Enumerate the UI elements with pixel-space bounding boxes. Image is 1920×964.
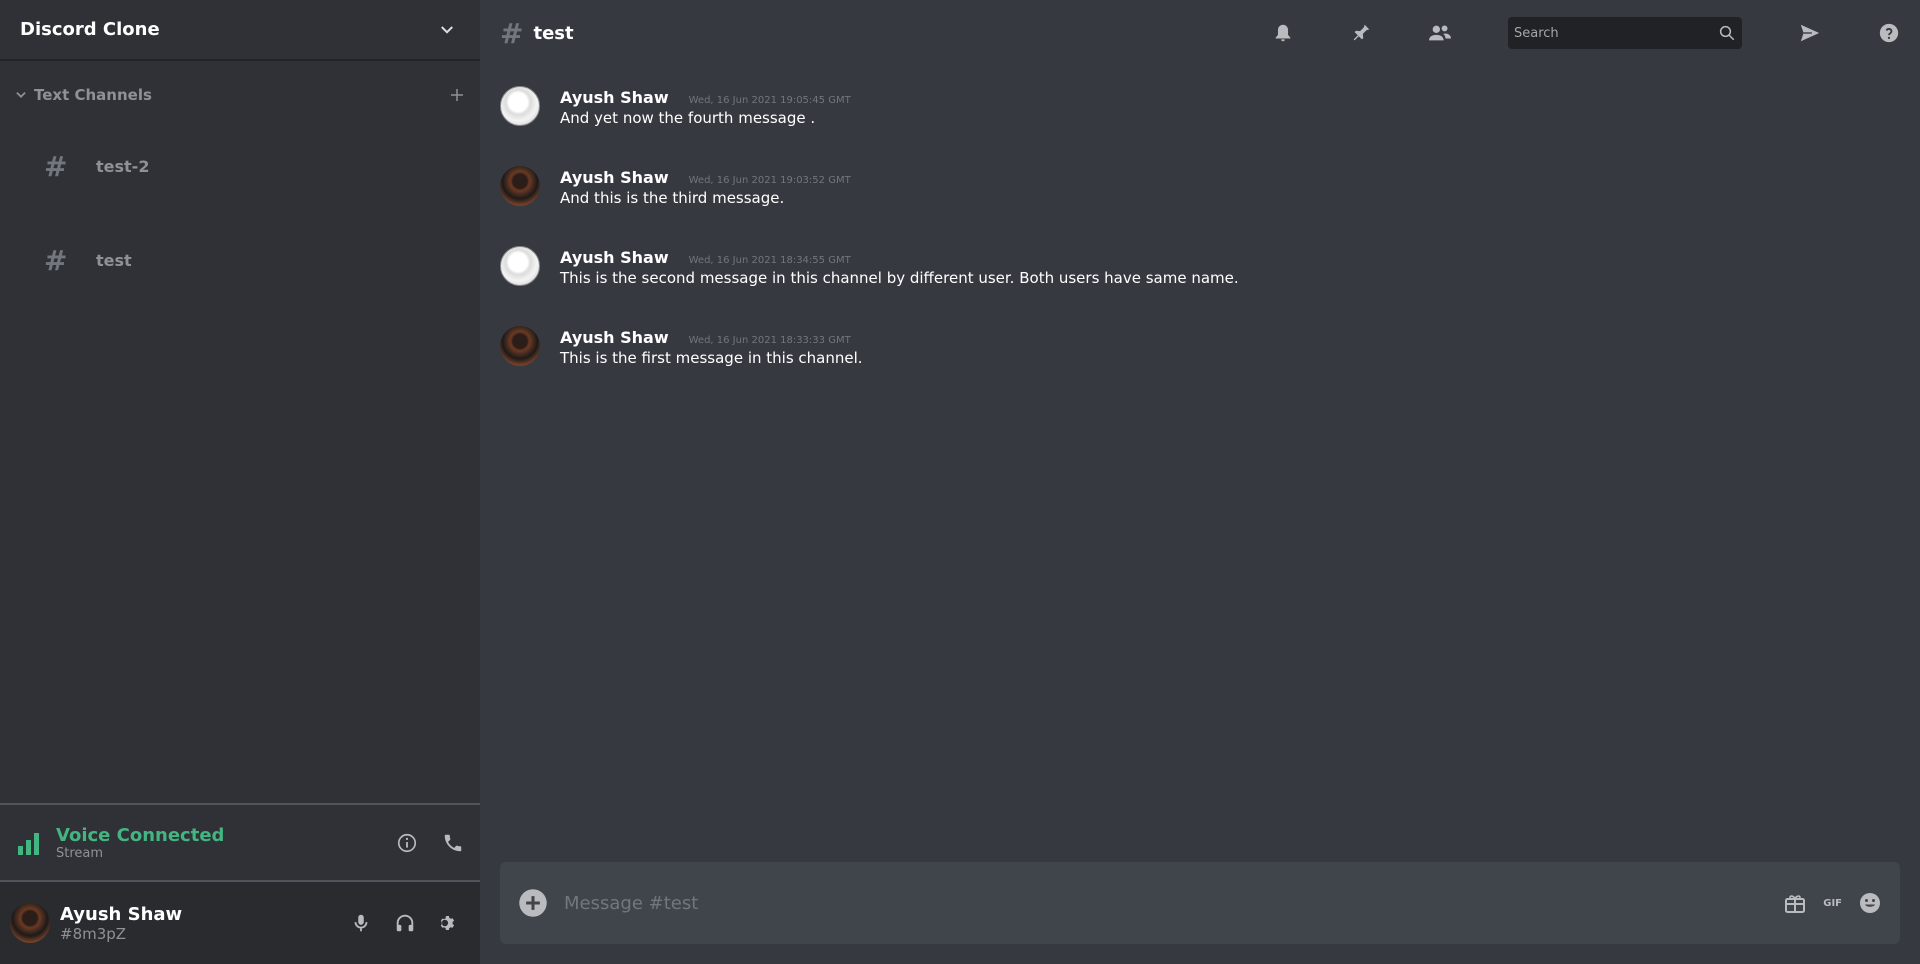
pin-icon[interactable] — [1350, 22, 1372, 44]
channel-header: # test — [480, 0, 1920, 66]
microphone-icon[interactable] — [350, 912, 372, 934]
message: Ayush Shaw Wed, 16 Jun 2021 19:05:45 GMT… — [500, 86, 1900, 166]
message-timestamp: Wed, 16 Jun 2021 19:03:52 GMT — [688, 175, 851, 186]
message-author[interactable]: Ayush Shaw — [560, 168, 669, 187]
search-box[interactable] — [1508, 17, 1742, 49]
chevron-down-icon[interactable] — [14, 88, 28, 102]
message-author[interactable]: Ayush Shaw — [560, 88, 669, 107]
sidebar: Discord Clone Text Channels # test-2 # t… — [0, 0, 480, 964]
message: Ayush Shaw Wed, 16 Jun 2021 18:34:55 GMT… — [500, 246, 1900, 326]
search-icon[interactable] — [1718, 24, 1736, 42]
send-icon[interactable] — [1798, 22, 1822, 44]
avatar[interactable] — [500, 86, 540, 126]
channels-category[interactable]: Text Channels — [0, 71, 480, 119]
hash-icon: # — [500, 16, 524, 50]
main-area: # test Search Ayush Shaw Wed, 16 Jun 202… — [480, 0, 1920, 964]
emoji-icon[interactable] — [1858, 891, 1882, 915]
user-name: Ayush Shaw — [60, 903, 183, 925]
sidebar-item-test[interactable]: # test — [0, 213, 480, 307]
avatar[interactable] — [500, 326, 540, 366]
voice-panel: Voice Connected Stream — [0, 803, 480, 882]
server-name: Discord Clone — [20, 19, 160, 40]
channel-name: test-2 — [96, 156, 150, 176]
bell-icon[interactable] — [1272, 22, 1294, 44]
message-author[interactable]: Ayush Shaw — [560, 248, 669, 267]
user-panel: Ayush Shaw #8m3pZ — [0, 882, 480, 964]
voice-status[interactable]: Voice Connected — [56, 825, 224, 846]
gear-icon[interactable] — [438, 912, 460, 934]
voice-channel: Stream — [56, 845, 104, 861]
hash-icon: # — [44, 243, 68, 277]
avatar[interactable] — [10, 903, 50, 943]
message-text: This is the first message in this channe… — [560, 349, 863, 367]
message-author[interactable]: Ayush Shaw — [560, 328, 669, 347]
message-input[interactable] — [564, 892, 1784, 914]
search-input[interactable] — [1514, 25, 1718, 41]
message-text: This is the second message in this chann… — [560, 269, 1239, 287]
message: Ayush Shaw Wed, 16 Jun 2021 18:33:33 GMT… — [500, 326, 1900, 406]
gif-icon[interactable]: GIF — [1821, 897, 1844, 910]
message-list: Ayush Shaw Wed, 16 Jun 2021 19:05:45 GMT… — [480, 66, 1920, 406]
avatar[interactable] — [500, 246, 540, 286]
signal-icon — [16, 830, 42, 856]
add-attachment-icon[interactable] — [518, 888, 548, 918]
members-icon[interactable] — [1428, 22, 1452, 44]
phone-icon[interactable] — [442, 832, 464, 854]
channel-title: test — [533, 22, 574, 44]
headphones-icon[interactable] — [394, 912, 416, 934]
chevron-down-icon[interactable] — [438, 21, 456, 39]
message-text: And yet now the fourth message . — [560, 109, 816, 127]
message-text: And this is the third message. — [560, 189, 785, 207]
sidebar-item-test-2[interactable]: # test-2 — [0, 119, 480, 213]
user-tag: #8m3pZ — [60, 924, 127, 943]
help-icon[interactable] — [1878, 22, 1900, 44]
server-header[interactable]: Discord Clone — [0, 0, 480, 61]
info-icon[interactable] — [396, 832, 418, 854]
message: Ayush Shaw Wed, 16 Jun 2021 19:03:52 GMT… — [500, 166, 1900, 246]
avatar[interactable] — [500, 166, 540, 206]
message-timestamp: Wed, 16 Jun 2021 18:34:55 GMT — [688, 255, 851, 266]
message-timestamp: Wed, 16 Jun 2021 18:33:33 GMT — [688, 335, 851, 346]
gift-icon[interactable] — [1783, 891, 1807, 915]
message-composer: GIF — [500, 862, 1900, 944]
channels-category-label: Text Channels — [34, 86, 152, 104]
channel-name: test — [96, 250, 132, 270]
message-timestamp: Wed, 16 Jun 2021 19:05:45 GMT — [688, 95, 851, 106]
add-channel-icon[interactable] — [448, 86, 466, 104]
hash-icon: # — [44, 149, 68, 183]
